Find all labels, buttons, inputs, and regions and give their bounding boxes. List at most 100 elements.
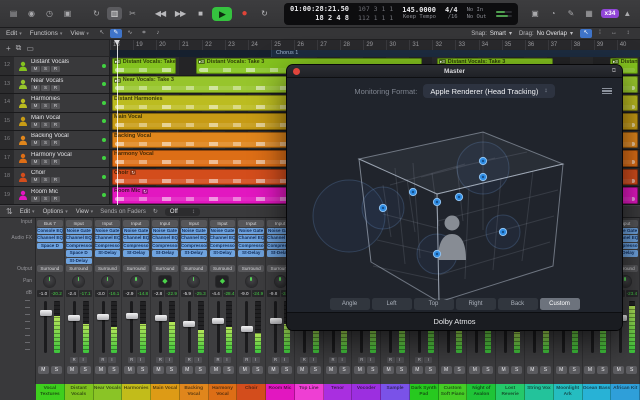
track-s-button[interactable]: S [41,66,50,72]
mute-button[interactable]: M [67,366,78,374]
arrangement-section[interactable]: Chorus 1 [272,50,640,57]
pencil-tool-icon[interactable]: ✎ [110,29,122,38]
output-slot[interactable]: Surround [66,265,92,272]
mute-button[interactable]: M [326,366,337,374]
fader-cap[interactable] [68,315,80,321]
atmos-3d-view[interactable] [287,104,622,296]
channel-name-label[interactable]: Ocean Bass [583,384,612,400]
track-s-button[interactable]: S [41,122,50,128]
track-m-button[interactable]: M [31,66,40,72]
snap-value[interactable]: Smart [490,31,506,37]
input-monitor-dot[interactable] [99,138,109,142]
input-monitor-button[interactable]: I [338,357,346,363]
fx-slot[interactable]: St-Delay [210,250,236,256]
fader-db-value[interactable]: -2.8 [152,290,164,297]
output-slot[interactable]: Surround [152,265,178,272]
record-button[interactable]: ● [236,7,252,21]
record-enable-button[interactable]: R [272,357,280,363]
library-icon[interactable]: ▤ [6,7,21,20]
solo-button[interactable]: S [482,366,493,374]
channel-strip[interactable]: InputNoise GateChannel EQCompressorSt-De… [151,218,180,384]
input-monitor-button[interactable]: I [79,357,87,363]
mute-button[interactable]: M [124,366,135,374]
track-header[interactable]: 13Near VocalsMSR [0,76,110,94]
menu-edit[interactable]: Edit▾ [6,30,22,37]
track-r-button[interactable]: R [51,103,60,109]
channel-strip[interactable]: InputNoise GateChannel EQCompressorSt-De… [237,218,266,384]
record-enable-button[interactable]: R [214,357,222,363]
solo-button[interactable]: S [569,366,580,374]
track-m-button[interactable]: M [31,103,40,109]
channel-name-label[interactable]: Vocoder [352,384,381,400]
lcd-time-signature[interactable]: 4/4 [445,6,458,15]
input-monitor-button[interactable]: I [137,357,145,363]
lcd-display[interactable]: 01:00:28:21.50 18 2 4 8 107 3 1 1 112 1 … [284,3,518,25]
fx-slot[interactable]: St-Delay [123,250,149,256]
fx-slot[interactable]: Compressor [66,243,92,249]
fader-db-value[interactable]: -9.0 [238,290,250,297]
track-r-button[interactable]: R [51,85,60,91]
count-in-icon[interactable]: ▣ [528,7,543,20]
pan-knob[interactable] [275,276,286,287]
channel-strip[interactable]: InputNoise GateChannel EQCompressorSt-De… [180,218,209,384]
lcd-timecode[interactable]: 01:00:28:21.50 [290,5,349,14]
fader-section[interactable] [122,298,150,356]
peak-db-value[interactable]: -22.9 [165,290,177,297]
mute-button[interactable]: M [38,366,49,374]
output-slot[interactable]: Surround [123,265,149,272]
record-enable-button[interactable]: R [243,357,251,363]
zoom-h-icon[interactable]: ↔ [608,29,620,38]
track-m-button[interactable]: M [31,159,40,165]
peak-db-value[interactable]: -23.4 [626,290,638,297]
channel-name-label[interactable]: Harmonies [122,384,151,400]
input-monitor-button[interactable]: I [396,357,404,363]
forward-button[interactable]: ▶▶ [172,7,188,21]
channel-name-label[interactable]: Lost Reverie [496,384,525,400]
track-header[interactable]: 16Backing VocalMSR [0,131,110,149]
fader-db-value[interactable]: -1.0 [37,290,49,297]
fader-cap[interactable] [183,321,195,327]
mute-button[interactable]: M [613,366,624,374]
channel-strip[interactable]: InputNoise GateChannel EQCompressorSt-De… [209,218,238,384]
input-monitor-button[interactable]: I [194,357,202,363]
channel-name-label[interactable]: Night of Avalon [467,384,496,400]
fader-section[interactable] [94,298,122,356]
take-folder-chip[interactable]: ▸3 [612,59,619,64]
solo-button[interactable]: S [108,366,119,374]
audio-region[interactable]: ▸3Distant Vocals: Take 3 [112,58,176,75]
arrangement-section-previous[interactable] [110,50,272,57]
peak-db-value[interactable]: -25.3 [194,290,206,297]
channel-name-label[interactable]: Near Vocals [94,384,123,400]
input-monitor-button[interactable]: I [108,357,116,363]
peak-db-value[interactable]: -28.4 [223,290,235,297]
mute-button[interactable]: M [469,366,480,374]
input-monitor-button[interactable]: I [223,357,231,363]
pointer-tool-icon[interactable]: ↖ [96,29,108,38]
solo-button[interactable]: S [425,366,436,374]
track-s-button[interactable]: S [41,85,50,91]
rewind-button[interactable]: ◀◀ [152,7,168,21]
add-track-button[interactable]: + [6,44,11,53]
marquee-button-icon[interactable]: ⁞ [594,29,606,38]
fader-section[interactable] [237,298,265,356]
channel-strip[interactable]: Bus 7Console EQChannel EQSpace DSurround… [36,218,65,384]
lcd-tempo-mode[interactable]: Keep Tempo [402,14,436,21]
link-icon[interactable]: ⧉ [612,68,616,75]
record-enable-button[interactable]: R [99,357,107,363]
fader-cap[interactable] [40,310,52,316]
track-r-button[interactable]: R [51,66,60,72]
input-monitor-button[interactable]: I [252,357,260,363]
channel-name-label[interactable]: Choir [237,384,266,400]
peak-db-value[interactable]: -24.9 [252,290,264,297]
pointer-button-icon[interactable]: ↖ [580,29,592,38]
input-slot[interactable]: Input [152,220,178,227]
mixer-menu-options[interactable]: Options▾ [43,209,68,215]
fader-db-value[interactable]: -2.9 [123,290,135,297]
play-button[interactable]: ▶ [212,7,232,21]
track-m-button[interactable]: M [31,196,40,202]
track-header[interactable]: 14HarmoniesMSR [0,94,110,112]
mute-button[interactable]: M [210,366,221,374]
fader-cap[interactable] [241,326,253,332]
fx-slot[interactable]: Compressor [238,243,264,249]
pan-knob[interactable] [131,276,142,287]
